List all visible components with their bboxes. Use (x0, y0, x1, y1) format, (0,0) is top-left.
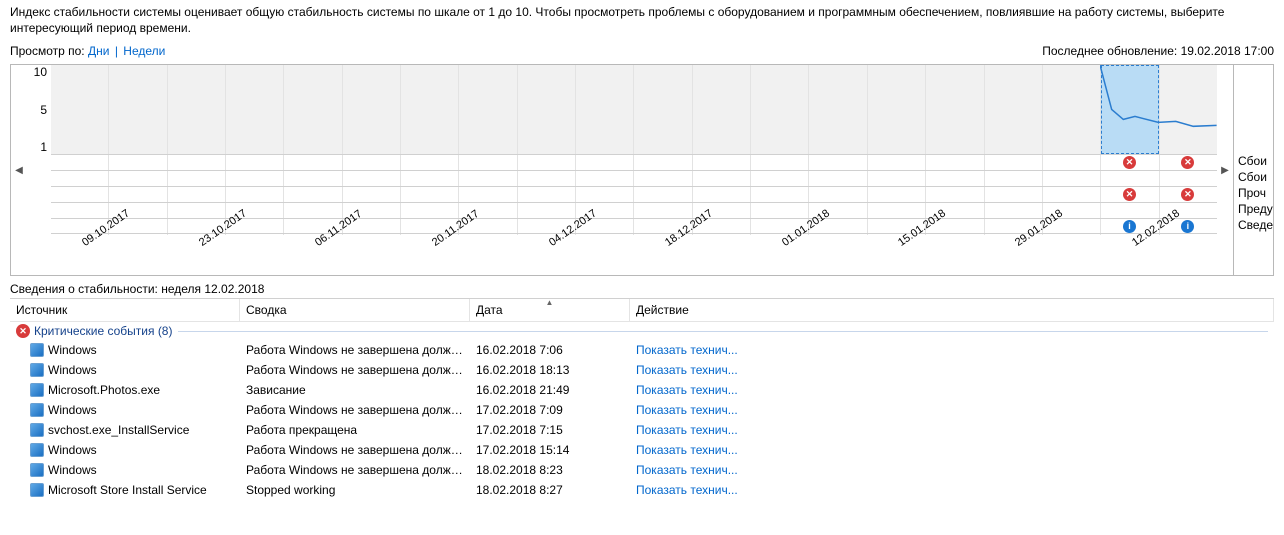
details-title: Сведения о стабильности: неделя 12.02.20… (0, 276, 1284, 298)
summary-text: Работа Windows не завершена должн... (240, 341, 470, 359)
app-icon (30, 443, 44, 457)
summary-text: Работа Windows не завершена должн... (240, 361, 470, 379)
date-text: 16.02.2018 21:49 (470, 381, 630, 399)
error-icon: ✕ (1123, 155, 1137, 169)
scroll-left-button[interactable]: ◀ (11, 65, 27, 275)
date-text: 16.02.2018 18:13 (470, 361, 630, 379)
action-link[interactable]: Показать технич... (636, 383, 738, 397)
group-divider (178, 331, 1268, 332)
source-text: Windows (48, 363, 97, 377)
group-label: Критические события (34, 324, 154, 338)
table-row[interactable]: Windows Работа Windows не завершена должн… (10, 400, 1274, 420)
table-row[interactable]: Windows Работа Windows не завершена должн… (10, 460, 1274, 480)
summary-text: Работа Windows не завершена должн... (240, 401, 470, 419)
legend-item: Сбои (1234, 170, 1273, 186)
action-link[interactable]: Показать технич... (636, 403, 738, 417)
action-link[interactable]: Показать технич... (636, 343, 738, 357)
group-count: (8) (158, 324, 173, 338)
action-link[interactable]: Показать технич... (636, 363, 738, 377)
last-update-block: Последнее обновление: 19.02.2018 17:00 (1042, 44, 1274, 58)
error-icon: ✕ (16, 324, 30, 338)
summary-text: Работа Windows не завершена должн... (240, 461, 470, 479)
column-header-action[interactable]: Действие (630, 299, 1274, 321)
date-text: 16.02.2018 7:06 (470, 341, 630, 359)
source-text: Microsoft.Photos.exe (48, 383, 160, 397)
source-text: Microsoft Store Install Service (48, 483, 207, 497)
view-by-label: Просмотр по: (10, 44, 85, 58)
error-icon: ✕ (1181, 155, 1195, 169)
column-header-date[interactable]: Дата ▲ (470, 299, 630, 321)
date-text: 18.02.2018 8:23 (470, 461, 630, 479)
group-header-critical[interactable]: ✕ Критические события (8) (10, 322, 1274, 340)
intro-text: Индекс стабильности системы оценивает об… (0, 0, 1284, 42)
action-link[interactable]: Показать технич... (636, 483, 738, 497)
table-row[interactable]: Windows Работа Windows не завершена должн… (10, 340, 1274, 360)
view-separator: | (115, 44, 118, 58)
action-link[interactable]: Показать технич... (636, 423, 738, 437)
y-tick: 1 (40, 140, 47, 154)
app-icon (30, 463, 44, 477)
view-weeks-link[interactable]: Недели (123, 44, 165, 58)
table-row[interactable]: Microsoft Store Install Service Stopped w… (10, 480, 1274, 500)
legend-item: Сбои (1234, 154, 1273, 170)
date-text: 17.02.2018 7:09 (470, 401, 630, 419)
date-axis: 09.10.201723.10.201706.11.201720.11.2017… (51, 235, 1217, 275)
date-text: 18.02.2018 8:27 (470, 481, 630, 499)
legend-item: Сведе (1234, 218, 1273, 234)
table-row[interactable]: svchost.exe_InstallService Работа прекращ… (10, 420, 1274, 440)
legend-item: Преду (1234, 202, 1273, 218)
view-by-block: Просмотр по: Дни | Недели (10, 44, 165, 58)
column-header-source[interactable]: Источник (10, 299, 240, 321)
last-update-value: 19.02.2018 17:00 (1181, 44, 1274, 58)
events-table: Источник Сводка Дата ▲ Действие ✕ Критич… (10, 298, 1274, 500)
view-days-link[interactable]: Дни (88, 44, 109, 58)
summary-text: Работа Windows не завершена должн... (240, 441, 470, 459)
sort-ascending-icon: ▲ (546, 298, 554, 307)
y-axis: 10 5 1 (27, 65, 51, 154)
source-text: Windows (48, 343, 97, 357)
app-icon (30, 383, 44, 397)
error-icon: ✕ (1123, 187, 1137, 201)
source-text: Windows (48, 443, 97, 457)
app-icon (30, 423, 44, 437)
table-row[interactable]: Microsoft.Photos.exe Зависание16.02.2018 … (10, 380, 1274, 400)
column-header-summary[interactable]: Сводка (240, 299, 470, 321)
source-text: svchost.exe_InstallService (48, 423, 189, 437)
table-row[interactable]: Windows Работа Windows не завершена должн… (10, 440, 1274, 460)
summary-text: Работа прекращена (240, 421, 470, 439)
action-link[interactable]: Показать технич... (636, 463, 738, 477)
app-icon (30, 483, 44, 497)
y-tick: 5 (40, 103, 47, 117)
reliability-chart: ◀ 10 5 1 ✕ ✕ ✕ ✕ i i 09.10.201723.10.201706.1… (10, 64, 1274, 276)
date-text: 17.02.2018 15:14 (470, 441, 630, 459)
row-legend: Сбои Сбои Проч Преду Сведе (1233, 65, 1273, 275)
info-icon: i (1123, 219, 1137, 233)
info-icon: i (1181, 219, 1195, 233)
summary-text: Зависание (240, 381, 470, 399)
summary-text: Stopped working (240, 481, 470, 499)
app-icon (30, 343, 44, 357)
action-link[interactable]: Показать технич... (636, 443, 738, 457)
scroll-right-button[interactable]: ▶ (1217, 65, 1233, 275)
legend-item: Проч (1234, 186, 1273, 202)
error-icon: ✕ (1181, 187, 1195, 201)
table-row[interactable]: Windows Работа Windows не завершена должн… (10, 360, 1274, 380)
source-text: Windows (48, 463, 97, 477)
y-tick: 10 (34, 65, 47, 79)
date-text: 17.02.2018 7:15 (470, 421, 630, 439)
last-update-label: Последнее обновление: (1042, 44, 1177, 58)
source-text: Windows (48, 403, 97, 417)
table-header: Источник Сводка Дата ▲ Действие (10, 299, 1274, 322)
app-icon (30, 363, 44, 377)
app-icon (30, 403, 44, 417)
